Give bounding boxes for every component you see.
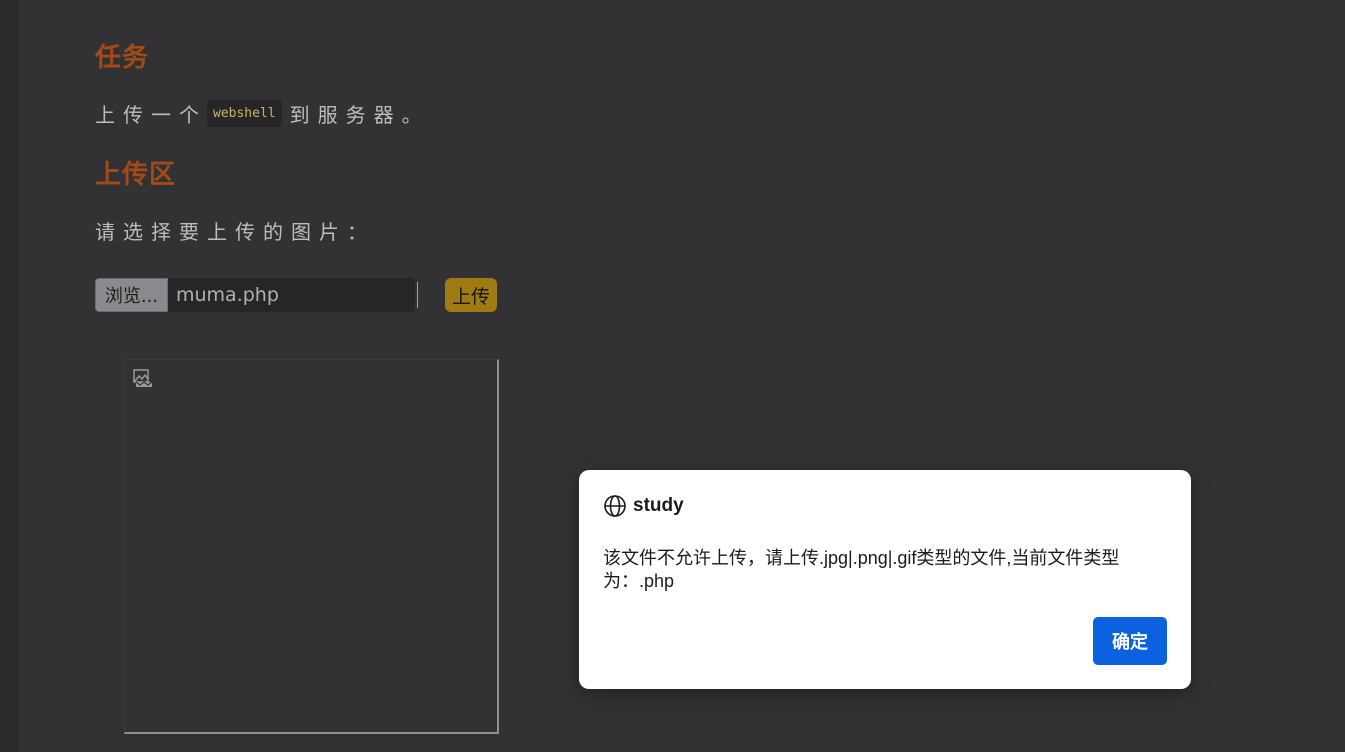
task-text-after: 到服务器。 [289,103,430,127]
upload-form: 浏览... muma.php 上传 [95,278,497,312]
task-text-before: 上传一个 [95,103,207,127]
dialog-message: 该文件不允许上传，请上传.jpg|.png|.gif类型的文件,当前文件类型为：… [603,548,1120,591]
webshell-code-chip: webshell [207,100,282,127]
alert-dialog: study 该文件不允许上传，请上传.jpg|.png|.gif类型的文件,当前… [579,470,1191,689]
browse-button[interactable]: 浏览... [95,278,168,312]
upload-submit-button[interactable]: 上传 [445,278,497,312]
broken-image-icon [133,369,153,387]
file-input[interactable]: 浏览... muma.php [95,278,415,312]
left-scroll-strip [0,0,19,752]
globe-icon [604,495,626,517]
dialog-header: study [603,494,684,518]
ok-button[interactable]: 确定 [1093,617,1167,665]
selected-file-name: muma.php [176,284,279,306]
task-heading: 任务 [95,43,150,73]
upload-heading: 上传区 [95,160,177,190]
dialog-site-name: study [633,495,684,516]
input-divider [417,282,418,308]
image-preview-box [124,359,499,734]
task-description: 上传一个 webshell 到服务器。 [95,99,430,128]
choose-image-label: 请选择要上传的图片： [95,220,375,244]
